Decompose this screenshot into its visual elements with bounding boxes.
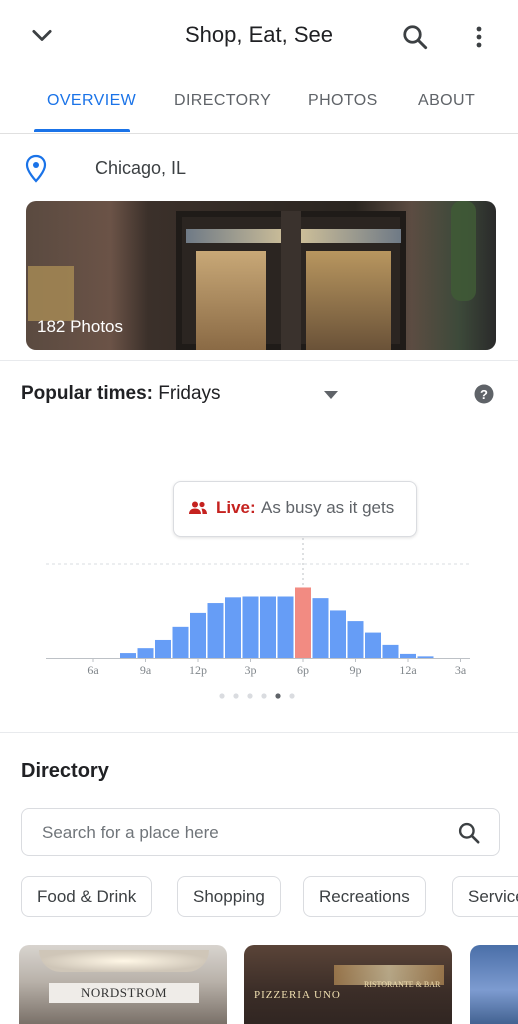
hour-bar xyxy=(330,610,346,658)
tab-photos[interactable]: PHOTOS xyxy=(308,92,378,110)
popular-times-title[interactable]: Popular times: Fridays xyxy=(21,383,221,405)
hour-bar xyxy=(260,596,276,658)
x-tick-label: 6a xyxy=(87,663,99,677)
hour-bar xyxy=(417,656,434,658)
hour-bar xyxy=(172,626,189,658)
chip-services[interactable]: Services xyxy=(452,876,518,917)
x-tick-label: 9a xyxy=(140,663,152,677)
directory-search-input[interactable]: Search for a place here xyxy=(21,808,500,856)
popular-times-day: Fridays xyxy=(158,383,221,404)
hour-bar xyxy=(242,596,259,658)
dropdown-caret-icon[interactable] xyxy=(324,391,338,399)
location-text: Chicago, IL xyxy=(95,158,187,178)
search-icon[interactable] xyxy=(400,22,430,52)
hour-bar xyxy=(365,632,381,658)
x-tick-label: 12p xyxy=(189,663,207,677)
page-dot[interactable] xyxy=(247,693,253,699)
tab-about[interactable]: ABOUT xyxy=(418,92,475,110)
svg-text:?: ? xyxy=(480,387,488,402)
hour-bar xyxy=(277,596,294,658)
more-vert-icon[interactable] xyxy=(466,22,492,52)
x-tick-label: 6p xyxy=(297,663,309,677)
divider xyxy=(0,732,518,733)
chip-food-drink[interactable]: Food & Drink xyxy=(21,876,153,917)
page-dot[interactable] xyxy=(261,693,267,699)
hour-bar xyxy=(400,653,416,658)
hour-bar xyxy=(312,598,329,658)
page-dot-active[interactable] xyxy=(275,693,281,699)
page-dot[interactable] xyxy=(289,693,295,699)
chip-recreations[interactable]: Recreations xyxy=(303,876,426,917)
ceiling-light xyxy=(39,950,209,972)
page-dot[interactable] xyxy=(233,693,239,699)
chart-page-indicator xyxy=(219,693,295,699)
photo-gallery-preview[interactable]: 182 Photos xyxy=(26,201,496,350)
divider xyxy=(0,360,518,361)
door-pillar xyxy=(281,211,301,350)
storefront-sign xyxy=(28,266,74,321)
store-sign-secondary: RISTORANTE & BAR xyxy=(364,980,441,989)
directory-thumbnails: NORDSTROM PIZZERIA UNO RISTORANTE & BAR xyxy=(0,945,518,1024)
hour-bar xyxy=(382,644,399,658)
plant xyxy=(451,201,476,301)
people-icon xyxy=(189,501,207,514)
tab-overview[interactable]: OVERVIEW xyxy=(47,92,136,110)
x-tick-label: 3p xyxy=(245,663,257,677)
app-bar: Shop, Eat, See xyxy=(0,0,518,72)
place-thumbnail[interactable]: PIZZERIA UNO RISTORANTE & BAR xyxy=(244,945,452,1024)
hour-bar xyxy=(120,653,136,658)
popular-times-chart: 6a 9a 12p 3p 6p 9p 12a 3a xyxy=(46,538,470,677)
chip-shopping[interactable]: Shopping xyxy=(177,876,281,917)
tab-directory[interactable]: DIRECTORY xyxy=(174,92,271,110)
page-dot[interactable] xyxy=(219,693,225,699)
search-placeholder: Search for a place here xyxy=(42,823,219,842)
hour-bar xyxy=(225,597,241,658)
place-thumbnail[interactable]: NORDSTROM xyxy=(19,945,227,1024)
photo-count: 182 Photos xyxy=(37,317,124,336)
door-pane-left xyxy=(196,251,266,350)
hour-bar xyxy=(137,648,154,658)
category-chips: Food & Drink Shopping Recreations Servic… xyxy=(21,876,518,918)
hour-bar xyxy=(347,621,364,658)
hour-bar xyxy=(190,612,206,658)
location-row[interactable]: Chicago, IL xyxy=(0,140,518,196)
page-title: Shop, Eat, See xyxy=(185,22,333,47)
x-tick-label: 12a xyxy=(399,663,417,677)
live-description: As busy as it gets xyxy=(261,498,395,517)
tab-bar: OVERVIEW DIRECTORY PHOTOS ABOUT xyxy=(0,78,518,134)
help-icon[interactable]: ? xyxy=(474,384,494,404)
x-tick-label: 3a xyxy=(455,663,467,677)
x-tick-label: 9p xyxy=(350,663,362,677)
store-sign: NORDSTROM xyxy=(49,983,199,1003)
door-pane-right xyxy=(306,251,391,350)
live-bar xyxy=(295,587,311,658)
place-thumbnail[interactable] xyxy=(470,945,518,1024)
hour-bar xyxy=(207,603,224,658)
live-status-bubble: Live: As busy as it gets xyxy=(173,481,417,537)
hour-bar xyxy=(155,639,171,658)
popular-times-label: Popular times: xyxy=(21,383,153,404)
store-sign: PIZZERIA UNO xyxy=(254,989,341,1001)
search-icon[interactable] xyxy=(456,820,482,846)
live-label: Live: xyxy=(216,498,256,517)
active-tab-indicator xyxy=(34,129,130,132)
location-pin-icon xyxy=(25,154,47,183)
directory-title: Directory xyxy=(21,760,109,782)
